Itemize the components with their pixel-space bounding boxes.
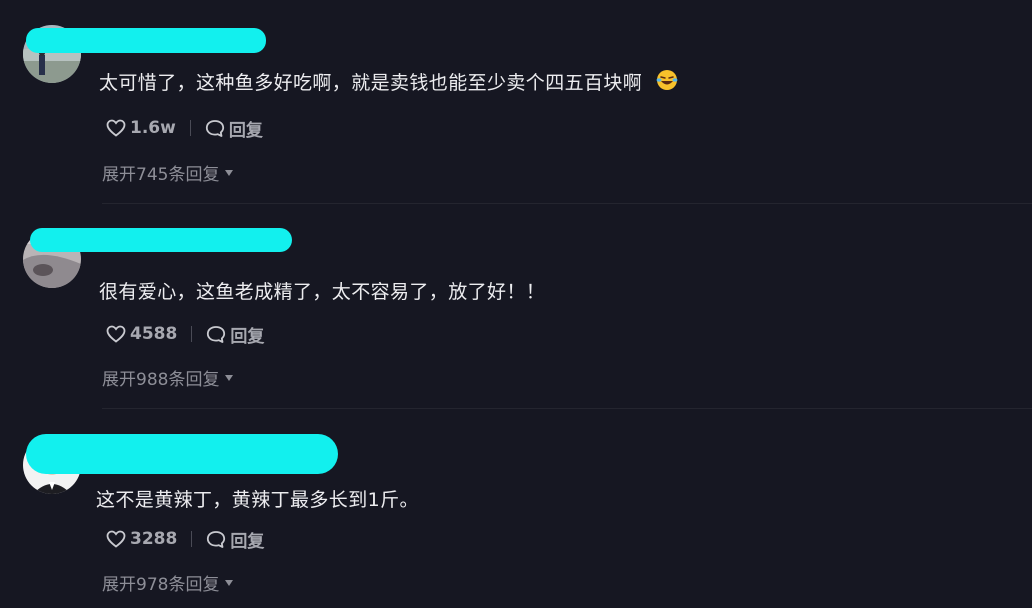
like-button[interactable]: 3288 bbox=[106, 529, 177, 549]
caret-down-icon bbox=[225, 375, 234, 381]
like-button[interactable]: 1.6w bbox=[106, 118, 176, 138]
reply-label: 回复 bbox=[230, 326, 265, 347]
like-count: 4588 bbox=[130, 324, 178, 344]
expand-replies-button[interactable]: 展开978条回复 bbox=[102, 570, 234, 595]
separator bbox=[191, 326, 193, 342]
redacted-username bbox=[30, 228, 292, 252]
caret-down-icon bbox=[225, 170, 234, 176]
laughing-crying-emoji-icon bbox=[656, 69, 678, 91]
heart-icon bbox=[106, 119, 126, 137]
comment-text: 太可惜了，这种鱼多好吃啊，就是卖钱也能至少卖个四五百块啊 bbox=[99, 69, 678, 96]
comment-bubble-icon bbox=[207, 530, 226, 548]
separator bbox=[189, 120, 191, 136]
like-button[interactable]: 4588 bbox=[106, 324, 177, 344]
reply-button[interactable]: 回复 bbox=[205, 116, 263, 141]
heart-icon bbox=[106, 325, 126, 343]
comment-list: 太可惜了，这种鱼多好吃啊，就是卖钱也能至少卖个四五百块啊 1.6w 回复 展开7… bbox=[0, 0, 1032, 608]
separator bbox=[191, 531, 193, 547]
heart-icon bbox=[106, 530, 126, 548]
divider bbox=[102, 203, 1032, 204]
divider bbox=[102, 408, 1032, 409]
comment-text: 很有爱心，这鱼老成精了，太不容易了，放了好！！ bbox=[99, 281, 546, 303]
comment-actions: 3288 回复 bbox=[106, 527, 264, 552]
reply-label: 回复 bbox=[228, 120, 263, 141]
reply-button[interactable]: 回复 bbox=[206, 527, 264, 552]
redacted-username bbox=[26, 28, 266, 53]
like-count: 1.6w bbox=[130, 118, 176, 138]
like-count: 3288 bbox=[130, 529, 178, 549]
comment-bubble-icon bbox=[205, 119, 224, 137]
reply-button[interactable]: 回复 bbox=[206, 322, 264, 347]
comment-actions: 4588 回复 bbox=[106, 322, 264, 347]
redacted-username bbox=[26, 434, 338, 474]
expand-replies-button[interactable]: 展开988条回复 bbox=[102, 365, 234, 390]
expand-replies-button[interactable]: 展开745条回复 bbox=[102, 160, 234, 185]
comment-actions: 1.6w 回复 bbox=[106, 116, 263, 141]
expand-replies-label: 展开978条回复 bbox=[102, 575, 220, 595]
expand-replies-label: 展开988条回复 bbox=[102, 370, 220, 390]
reply-label: 回复 bbox=[230, 531, 265, 552]
caret-down-icon bbox=[225, 580, 234, 586]
comment-bubble-icon bbox=[207, 325, 226, 343]
expand-replies-label: 展开745条回复 bbox=[102, 165, 220, 185]
comment-text: 这不是黄辣丁，黄辣丁最多长到1斤。 bbox=[96, 489, 419, 511]
